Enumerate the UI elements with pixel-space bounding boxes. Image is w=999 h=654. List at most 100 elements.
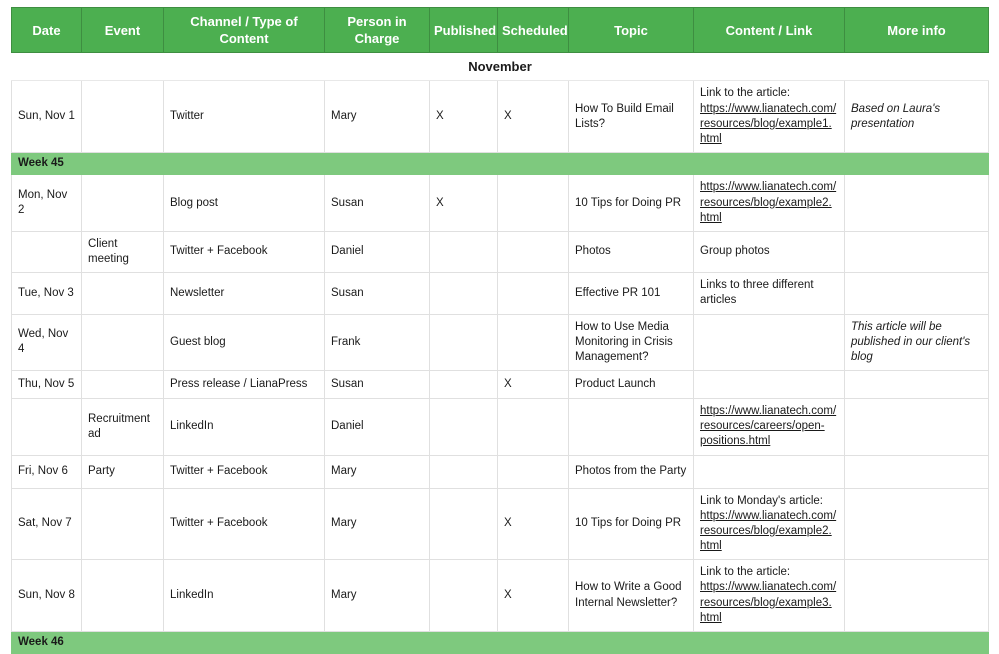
cell-content-link[interactable]: https://www.lianatech.com/resources/care…	[693, 398, 845, 456]
column-header-event[interactable]: Event	[81, 6, 164, 54]
cell-event: Client meeting	[81, 230, 164, 274]
table-row: Fri, Nov 6 Party Twitter + Facebook Mary Pho…	[11, 454, 989, 489]
cell-more-info	[844, 370, 989, 400]
table-row: Tue, Nov 3 Newsletter Susan Effective PR 10…	[11, 272, 989, 315]
content-hyperlink[interactable]: https://www.lianatech.com/resources/care…	[700, 405, 836, 447]
cell-topic: How to Use Media Monitoring in Crisis Ma…	[568, 313, 694, 372]
cell-channel: Twitter + Facebook	[163, 454, 325, 489]
cell-more-info	[844, 454, 989, 489]
cell-published-mark[interactable]	[429, 398, 498, 456]
cell-topic: 10 Tips for Doing PR	[568, 174, 694, 232]
cell-date: Fri, Nov 6	[11, 454, 82, 489]
cell-published-mark[interactable]	[429, 230, 498, 274]
cell-content-link	[693, 313, 845, 372]
cell-content-link: Links to three different articles	[693, 272, 845, 315]
cell-person: Daniel	[324, 230, 430, 274]
table-row: Sun, Nov 8 LinkedIn Mary X How to Write a Go…	[11, 559, 989, 632]
cell-person: Mary	[324, 487, 430, 561]
cell-person: Daniel	[324, 398, 430, 456]
cell-published-mark[interactable]: X	[429, 80, 498, 154]
cell-published-mark[interactable]: X	[429, 174, 498, 232]
cell-date: Thu, Nov 5	[11, 370, 82, 400]
cell-topic: Effective PR 101	[568, 272, 694, 315]
content-prefix-text: Links to three different articles	[700, 279, 814, 307]
cell-person: Susan	[324, 370, 430, 400]
cell-content-link	[693, 370, 845, 400]
cell-published-mark[interactable]	[429, 487, 498, 561]
column-header-content[interactable]: Content / Link	[693, 6, 845, 54]
cell-published-mark[interactable]	[429, 370, 498, 400]
table-body: November Sun, Nov 1 Twitter Mary X X How To Bu…	[11, 52, 989, 654]
cell-event	[81, 559, 164, 632]
cell-scheduled-mark[interactable]	[497, 313, 569, 372]
column-header-topic[interactable]: Topic	[568, 6, 694, 54]
content-prefix-text: Link to Monday's article:	[700, 494, 824, 507]
cell-channel: Blog post	[163, 174, 325, 232]
cell-event: Recruitment ad	[81, 398, 164, 456]
cell-date: Wed, Nov 4	[11, 313, 82, 372]
column-header-more-info[interactable]: More info	[844, 6, 989, 54]
table-row: Thu, Nov 5 Press release / LianaPress Susa…	[11, 370, 989, 400]
cell-content-link[interactable]: https://www.lianatech.com/resources/blog…	[693, 174, 845, 232]
cell-more-info	[844, 174, 989, 232]
month-title: November	[11, 52, 989, 82]
cell-more-info	[844, 559, 989, 632]
table-row: Client meeting Twitter + Facebook Daniel Ph…	[11, 230, 989, 274]
cell-scheduled-mark[interactable]: X	[497, 80, 569, 154]
cell-more-info	[844, 398, 989, 456]
column-header-person[interactable]: Person in Charge	[324, 6, 430, 54]
cell-more-info	[844, 230, 989, 274]
cell-channel: LinkedIn	[163, 398, 325, 456]
cell-scheduled-mark[interactable]	[497, 272, 569, 315]
cell-person: Susan	[324, 174, 430, 232]
cell-date	[11, 230, 82, 274]
cell-scheduled-mark[interactable]: X	[497, 559, 569, 632]
cell-topic	[568, 398, 694, 456]
cell-published-mark[interactable]	[429, 559, 498, 632]
content-hyperlink[interactable]: https://www.lianatech.com/resources/blog…	[700, 181, 836, 223]
week-band-row: Week 45	[11, 152, 989, 176]
cell-topic: How To Build Email Lists?	[568, 80, 694, 154]
content-hyperlink[interactable]: https://www.lianatech.com/resources/blog…	[700, 510, 836, 552]
cell-content-link: Group photos	[693, 230, 845, 274]
cell-content-link[interactable]: Link to Monday's article: https://www.li…	[693, 487, 845, 561]
cell-topic: Photos	[568, 230, 694, 274]
cell-scheduled-mark[interactable]: X	[497, 487, 569, 561]
column-header-published[interactable]: Published	[429, 6, 498, 54]
content-prefix-text: Link to the article:	[700, 87, 791, 100]
cell-published-mark[interactable]	[429, 272, 498, 315]
column-header-scheduled[interactable]: Scheduled	[497, 6, 569, 54]
cell-scheduled-mark[interactable]: X	[497, 370, 569, 400]
week-label: Week 46	[11, 630, 989, 654]
week-band-row: Week 46	[11, 630, 989, 654]
cell-date: Sun, Nov 1	[11, 80, 82, 154]
table-header: Date Event Channel / Type of Content Per…	[11, 6, 989, 54]
cell-person: Susan	[324, 272, 430, 315]
cell-event: Party	[81, 454, 164, 489]
content-hyperlink[interactable]: https://www.lianatech.com/resources/blog…	[700, 103, 836, 145]
cell-event	[81, 174, 164, 232]
cell-scheduled-mark[interactable]	[497, 398, 569, 456]
cell-event	[81, 313, 164, 372]
cell-content-link[interactable]: Link to the article: https://www.lianate…	[693, 80, 845, 154]
cell-channel: Twitter + Facebook	[163, 487, 325, 561]
cell-scheduled-mark[interactable]	[497, 230, 569, 274]
cell-published-mark[interactable]	[429, 313, 498, 372]
cell-date: Sat, Nov 7	[11, 487, 82, 561]
content-prefix-text: Group photos	[700, 245, 770, 258]
cell-person: Mary	[324, 559, 430, 632]
cell-published-mark[interactable]	[429, 454, 498, 489]
cell-content-link[interactable]: Link to the article: https://www.lianate…	[693, 559, 845, 632]
column-header-channel[interactable]: Channel / Type of Content	[163, 6, 325, 54]
table-row: Wed, Nov 4 Guest blog Frank How to Use Medi…	[11, 313, 989, 372]
cell-channel: Twitter + Facebook	[163, 230, 325, 274]
cell-scheduled-mark[interactable]	[497, 454, 569, 489]
cell-channel: Guest blog	[163, 313, 325, 372]
table-row: Sun, Nov 1 Twitter Mary X X How To Build Emai…	[11, 80, 989, 154]
cell-person: Mary	[324, 80, 430, 154]
cell-date: Tue, Nov 3	[11, 272, 82, 315]
column-header-date[interactable]: Date	[11, 6, 82, 54]
cell-scheduled-mark[interactable]	[497, 174, 569, 232]
cell-event	[81, 370, 164, 400]
content-hyperlink[interactable]: https://www.lianatech.com/resources/blog…	[700, 581, 836, 623]
